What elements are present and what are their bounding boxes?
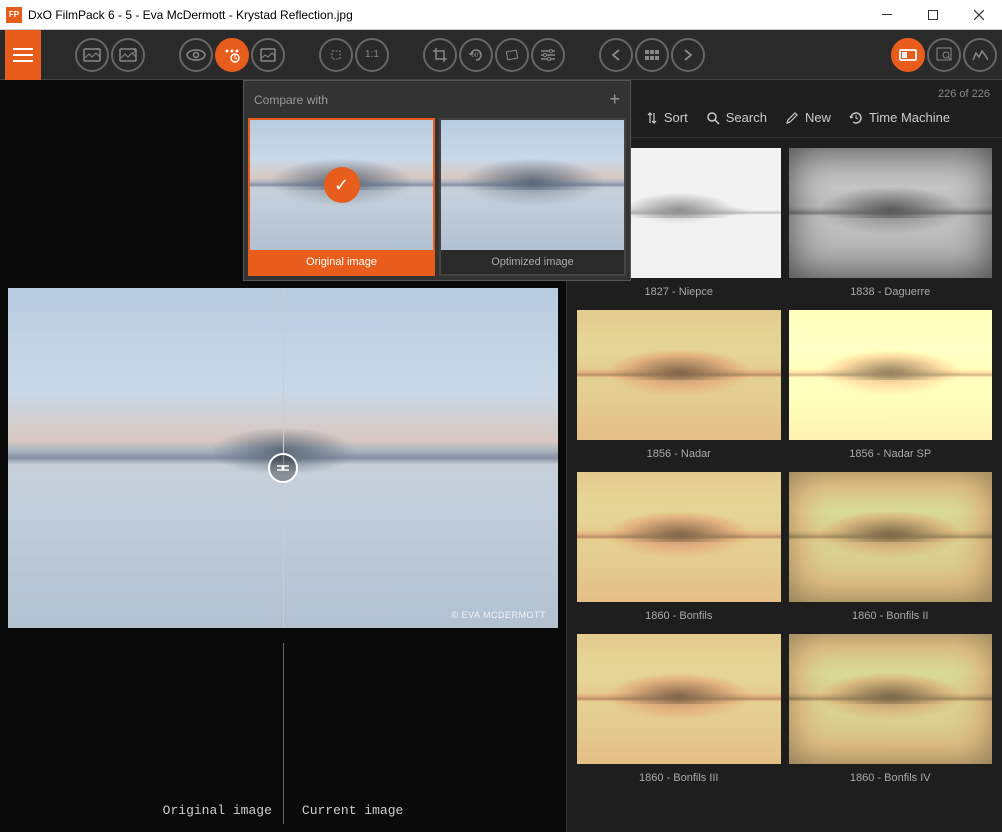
search-icon [706, 111, 720, 125]
preset-thumbnail [577, 310, 781, 440]
open-image-button[interactable] [75, 38, 109, 72]
preset-label: 1860 - Bonfils II [789, 608, 993, 624]
crop-button[interactable] [423, 38, 457, 72]
next-button[interactable] [671, 38, 705, 72]
fit-button[interactable] [319, 38, 353, 72]
preset-label: 1827 - Niepce [577, 284, 781, 300]
svg-text:90°: 90° [471, 53, 481, 59]
preset-label: 1838 - Daguerre [789, 284, 993, 300]
panel-zoom-button[interactable] [927, 38, 961, 72]
preset-label: 1860 - Bonfils III [577, 770, 781, 786]
preset-count: 226 of 226 [567, 80, 1002, 104]
thumb-label: Original image [250, 250, 433, 274]
main-area: Compare with + ✓ Original image Optimize… [0, 80, 1002, 832]
check-icon: ✓ [324, 167, 360, 203]
panel-histogram-button[interactable] [963, 38, 997, 72]
preset-item[interactable]: 1860 - Bonfils IV [789, 634, 993, 786]
snapshot-button[interactable] [251, 38, 285, 72]
preset-thumbnail [789, 634, 993, 764]
preset-thumbnail [577, 634, 781, 764]
preset-thumbnail [789, 310, 993, 440]
window-controls [864, 0, 1002, 30]
pencil-icon [785, 111, 799, 125]
preset-label: 1856 - Nadar [577, 446, 781, 462]
preset-item[interactable]: 1860 - Bonfils III [577, 634, 781, 786]
compare-optimized-thumb[interactable]: Optimized image [439, 118, 626, 276]
split-handle[interactable] [268, 453, 298, 483]
preset-item[interactable]: 1856 - Nadar [577, 310, 781, 462]
hamburger-menu[interactable] [5, 30, 41, 80]
watermark: © EVA MCDERMOTT [452, 610, 546, 620]
preset-grid: 1827 - Niepce 1838 - Daguerre 1856 - Nadar… [567, 138, 1002, 832]
app-icon: FP [6, 7, 22, 23]
save-button[interactable] [111, 38, 145, 72]
preset-panel: 226 of 226 Filter Sort Search New Time M… [566, 80, 1002, 832]
compare-button[interactable] [215, 38, 249, 72]
compare-original-thumb[interactable]: ✓ Original image [248, 118, 435, 276]
panel-presets-button[interactable] [891, 38, 925, 72]
preset-item[interactable]: 1856 - Nadar SP [789, 310, 993, 462]
preset-item[interactable]: 1860 - Bonfils [577, 472, 781, 624]
window-title: DxO FilmPack 6 - 5 - Eva McDermott - Kry… [28, 8, 864, 22]
thumb-label: Optimized image [441, 250, 624, 274]
close-button[interactable] [956, 0, 1002, 30]
preview-image[interactable]: © EVA MCDERMOTT [8, 288, 558, 628]
left-preview-label: Original image [163, 803, 272, 818]
maximize-button[interactable] [910, 0, 956, 30]
toolbar: 1:1 90° [0, 30, 1002, 80]
preset-thumbnail [577, 472, 781, 602]
preview-pane: Compare with + ✓ Original image Optimize… [0, 80, 566, 832]
new-button[interactable]: New [785, 110, 831, 125]
rotate-button[interactable]: 90° [459, 38, 493, 72]
preset-label: 1860 - Bonfils IV [789, 770, 993, 786]
compare-panel: Compare with + ✓ Original image Optimize… [243, 80, 631, 281]
preview-labels: Original image Current image [0, 643, 566, 832]
grid-button[interactable] [635, 38, 669, 72]
sort-icon [646, 111, 658, 125]
minimize-button[interactable] [864, 0, 910, 30]
preset-thumbnail [789, 148, 993, 278]
zoom-100-button[interactable]: 1:1 [355, 38, 389, 72]
preset-label: 1856 - Nadar SP [789, 446, 993, 462]
preset-label: 1860 - Bonfils [577, 608, 781, 624]
show-original-button[interactable] [179, 38, 213, 72]
straighten-button[interactable] [495, 38, 529, 72]
filter-bar: Filter Sort Search New Time Machine [567, 104, 1002, 138]
search-button[interactable]: Search [706, 110, 767, 125]
sort-button[interactable]: Sort [646, 110, 688, 125]
history-icon [849, 111, 863, 125]
right-preview-label: Current image [302, 803, 403, 818]
time-machine-button[interactable]: Time Machine [849, 110, 950, 125]
add-comparison-button[interactable]: + [609, 89, 620, 110]
preset-item[interactable]: 1860 - Bonfils II [789, 472, 993, 624]
preset-thumbnail [789, 472, 993, 602]
settings-button[interactable] [531, 38, 565, 72]
titlebar: FP DxO FilmPack 6 - 5 - Eva McDermott - … [0, 0, 1002, 30]
compare-panel-title: Compare with [254, 93, 328, 107]
preset-item[interactable]: 1838 - Daguerre [789, 148, 993, 300]
prev-button[interactable] [599, 38, 633, 72]
